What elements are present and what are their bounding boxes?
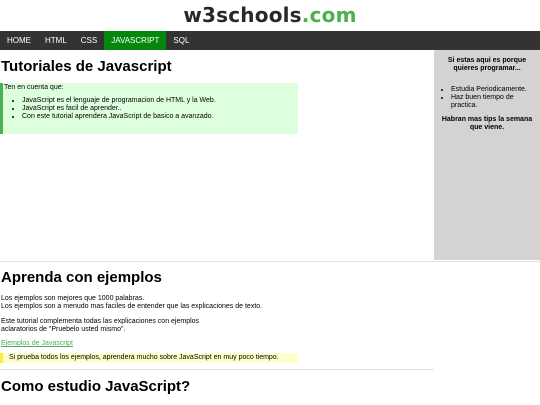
note-list: JavaScript es el lenguaje de programacio… [4, 97, 298, 121]
site-logo[interactable]: w3schools.com [183, 3, 356, 27]
note-box: Ten en cuenta que: JavaScript es el leng… [0, 83, 298, 134]
examples-link[interactable]: Ejemplos de Javascript [1, 340, 73, 347]
sidebar: Si estas aqui es porque quieres programa… [434, 50, 540, 260]
sidebar-item: Haz buen tiempo de practica. [451, 94, 540, 110]
tip-box: Si prueba todos los ejemplos, aprendera … [0, 353, 298, 363]
paragraph-line: Este tutorial complementa todas las expl… [1, 318, 200, 325]
nav-item-javascript[interactable]: JAVASCRIPT [104, 31, 167, 50]
paragraph: Este tutorial complementa todas las expl… [1, 318, 199, 334]
note-intro: Ten en cuenta que: [4, 84, 64, 91]
nav-item-home[interactable]: HOME [0, 31, 38, 50]
note-item: JavaScript es el lenguaje de programacio… [22, 97, 298, 105]
top-nav: HOME HTML CSS JAVASCRIPT SQL [0, 31, 540, 50]
paragraph-line: Los ejemplos son mejores que 1000 palabr… [1, 295, 145, 302]
logo-text: w3schools [183, 3, 302, 27]
main-content: Tutoriales de Javascript [0, 50, 434, 260]
nav-item-html[interactable]: HTML [38, 31, 74, 50]
nav-item-css[interactable]: CSS [74, 31, 104, 50]
paragraph: Los ejemplos son mejores que 1000 palabr… [1, 295, 262, 311]
paragraph-line: Los ejemplos son a menudo mas faciles de… [1, 303, 263, 310]
paragraph-line: aclaratorios de "Pruebelo usted mismo". [1, 326, 126, 333]
section-title-study: Como estudio JavaScript? [1, 378, 191, 395]
section-title-examples: Aprenda con ejemplos [1, 269, 162, 286]
divider [0, 261, 540, 262]
note-item: Con este tutorial aprendera JavaScript d… [22, 113, 298, 121]
logo-bar: w3schools.com [0, 0, 540, 31]
sidebar-footer: Habran mas tips la semana que viene. [441, 116, 533, 131]
sidebar-title: Si estas aqui es porque quieres programa… [447, 57, 527, 72]
divider [0, 369, 434, 370]
nav-item-sql[interactable]: SQL [166, 31, 196, 50]
page-title: Tutoriales de Javascript [1, 58, 172, 75]
note-item: JavaScript es facil de aprender.. [22, 105, 298, 113]
sidebar-list: Estudia Periodicamente. Haz buen tiempo … [434, 86, 540, 110]
logo-domain: .com [301, 3, 357, 27]
sidebar-item: Estudia Periodicamente. [451, 86, 540, 94]
